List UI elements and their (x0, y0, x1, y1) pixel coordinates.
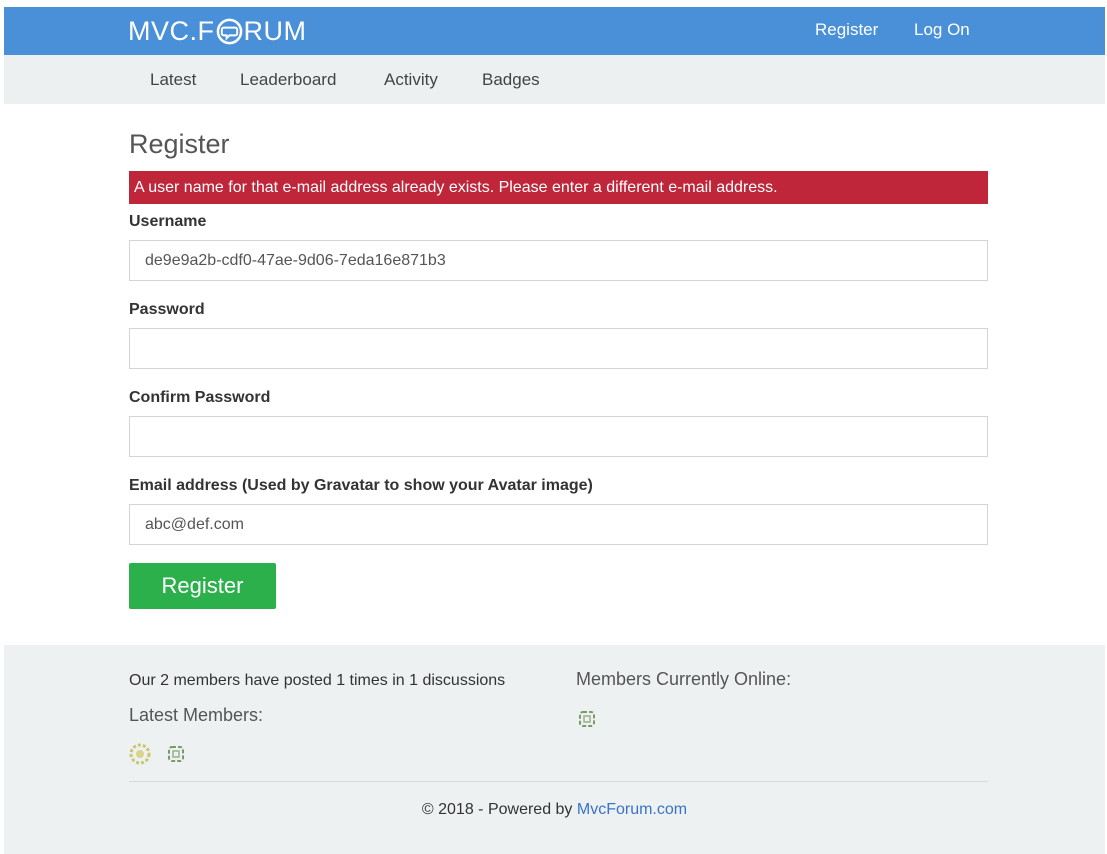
footer-divider (129, 781, 988, 782)
member-avatar-1[interactable] (129, 743, 151, 765)
footer: Our 2 members have posted 1 times in 1 d… (4, 645, 1105, 854)
logo-text-right: RUM (243, 15, 307, 46)
copyright-text: © 2018 - Powered by (421, 801, 577, 818)
page-title: Register (129, 129, 230, 159)
members-online-label: Members Currently Online: (576, 669, 792, 689)
username-label: Username (129, 213, 207, 230)
username-input[interactable]: de9e9a2b-cdf0-47ae-9d06-7eda16e871b3 (129, 240, 988, 281)
nav-item-activity[interactable]: Activity (384, 70, 438, 90)
latest-members-label: Latest Members: (129, 705, 264, 725)
copyright: © 2018 - Powered by MvcForum.com (4, 801, 1105, 819)
forum-stats: Our 2 members have posted 1 times in 1 d… (129, 672, 506, 689)
site-logo[interactable]: MVC.F RUM (128, 15, 307, 47)
register-submit-button[interactable]: Register (129, 563, 276, 609)
header-logon-link[interactable]: Log On (914, 20, 970, 40)
top-bar: MVC.F RUM Register Log On (4, 7, 1105, 55)
main-nav: Latest Leaderboard Activity Badges (4, 55, 1105, 104)
password-label: Password (129, 301, 205, 318)
error-alert: A user name for that e-mail address alre… (129, 171, 988, 204)
nav-item-leaderboard[interactable]: Leaderboard (240, 70, 336, 90)
online-member-avatar[interactable] (576, 708, 598, 730)
logo-text-left: MVC.F (128, 15, 215, 46)
nav-item-latest[interactable]: Latest (150, 70, 196, 90)
speech-bubble-icon (216, 18, 242, 44)
confirm-password-label: Confirm Password (129, 389, 271, 406)
header-register-link[interactable]: Register (815, 20, 878, 40)
confirm-password-input[interactable] (129, 416, 988, 457)
email-label: Email address (Used by Gravatar to show … (129, 477, 593, 494)
mvcforum-link[interactable]: MvcForum.com (577, 801, 687, 818)
page: MVC.F RUM Register Log On Latest Leaderb… (4, 7, 1105, 854)
nav-item-badges[interactable]: Badges (482, 70, 540, 90)
email-input[interactable]: abc@def.com (129, 504, 988, 545)
password-input[interactable] (129, 328, 988, 369)
member-avatar-2[interactable] (165, 743, 187, 765)
